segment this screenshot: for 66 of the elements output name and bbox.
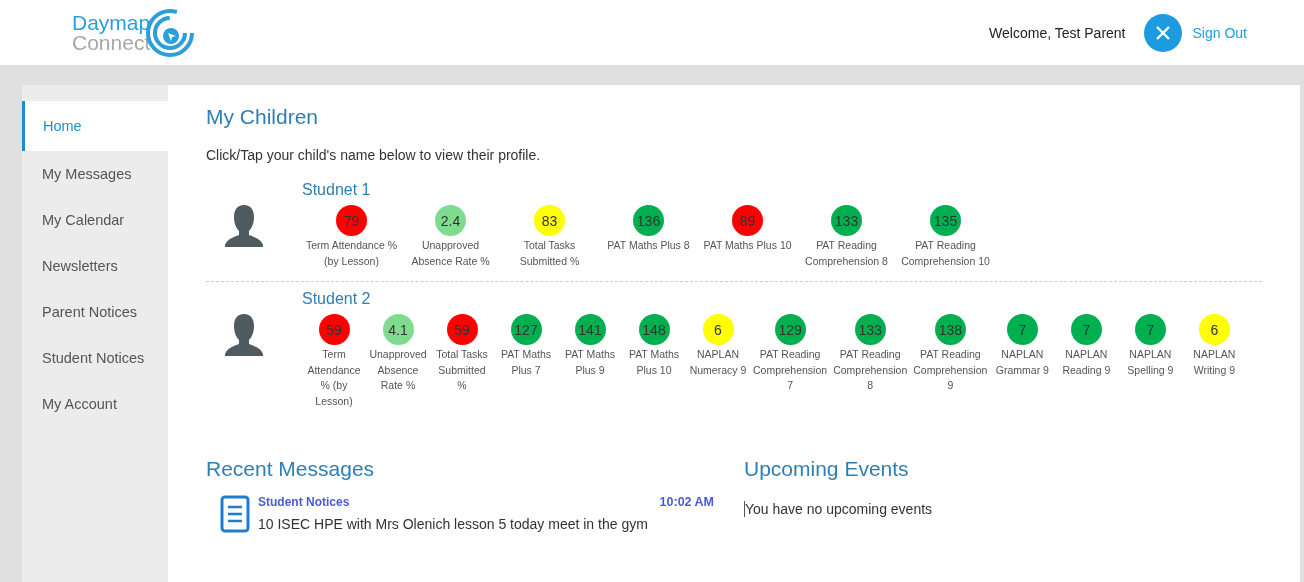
section-title: Recent Messages [206, 457, 376, 481]
score-circle: 2.4 [435, 205, 466, 236]
score-circle: 79 [336, 205, 367, 236]
score-circle: 59 [446, 314, 478, 345]
score-label: PAT Reading Comprehension 9 [913, 347, 988, 393]
section-title: My Children [206, 105, 320, 129]
score-circle: 138 [934, 314, 966, 345]
sidebar-item[interactable]: My Messages [22, 151, 168, 197]
score-label: PAT Maths Plus 10 [627, 347, 681, 378]
score-circle: 148 [638, 314, 670, 345]
score-circle: 141 [574, 314, 606, 345]
score-circle: 136 [633, 205, 664, 236]
logo-text: Daymap [72, 12, 151, 33]
score-label: NAPLAN Spelling 9 [1126, 347, 1175, 378]
score-label: NAPLAN Writing 9 [1192, 347, 1237, 378]
score-label: Unapproved Absence Rate % [369, 347, 427, 393]
child-name-link[interactable]: Studnet 1 [302, 181, 371, 199]
score-circle: 83 [534, 205, 565, 236]
score-label: Term Attendance % (by Lesson) [306, 347, 362, 409]
sidebar-item[interactable]: Newsletters [22, 243, 168, 289]
score-circle: 7 [1070, 314, 1102, 345]
avatar-icon [224, 312, 264, 358]
score-circle: 6 [1198, 314, 1230, 345]
document-icon [220, 495, 250, 533]
score-label: Total Tasks Submitted % [435, 347, 489, 393]
score-label: PAT Reading Comprehension 8 [804, 238, 889, 269]
score-circle: 4.1 [382, 314, 414, 345]
message-time: 10:02 AM [659, 495, 714, 509]
score-label: Unapproved Absence Rate % [410, 238, 491, 269]
score-circle: 127 [510, 314, 542, 345]
score-label: PAT Maths Plus 7 [499, 347, 553, 378]
score-circle: 7 [1006, 314, 1038, 345]
score-circle: 7 [1134, 314, 1166, 345]
score-label: NAPLAN Grammar 9 [994, 347, 1050, 378]
score-label: PAT Reading Comprehension 8 [833, 347, 908, 393]
score-circle: 133 [831, 205, 862, 236]
score-label: NAPLAN Numeracy 9 [689, 347, 747, 378]
score-label: PAT Reading Comprehension 7 [753, 347, 828, 393]
score-circle: 129 [774, 314, 806, 345]
score-circle: 135 [930, 205, 961, 236]
score-label: PAT Maths Plus 8 [607, 238, 690, 253]
sidebar-item[interactable]: My Account [22, 381, 168, 427]
welcome-text: Welcome, Test Parent [989, 24, 1126, 41]
section-title: Upcoming Events [744, 457, 910, 481]
message-text: 10 ISEC HPE with Mrs Olenich lesson 5 today meet in the gym [258, 516, 649, 532]
score-label: PAT Maths Plus 10 [703, 238, 792, 253]
score-label: NAPLAN Reading 9 [1061, 347, 1112, 378]
instruction-text: Click/Tap your child's name below to view their profile. [206, 147, 542, 163]
child-name-link[interactable]: Student 2 [302, 290, 371, 308]
score-circle: 59 [318, 314, 350, 345]
close-icon[interactable] [1143, 13, 1182, 52]
score-label: Term Attendance % (by Lesson) [304, 238, 399, 269]
score-label: PAT Maths Plus 9 [563, 347, 617, 378]
score-label: Total Tasks Submitted % [518, 238, 581, 269]
sidebar-item[interactable]: Parent Notices [22, 289, 168, 335]
message-source-link[interactable]: Student Notices [258, 495, 350, 509]
score-circle: 6 [702, 314, 734, 345]
sidebar-item[interactable]: Student Notices [22, 335, 168, 381]
score-label: PAT Reading Comprehension 10 [900, 238, 991, 269]
empty-events-text: You have no upcoming events [744, 501, 933, 517]
score-circle: 89 [732, 205, 763, 236]
avatar-icon [224, 203, 264, 249]
sidebar-item[interactable]: Home [22, 101, 169, 151]
sidebar-item[interactable]: My Calendar [22, 197, 168, 243]
logo-text: Connect [72, 32, 151, 53]
score-circle: 133 [854, 314, 886, 345]
